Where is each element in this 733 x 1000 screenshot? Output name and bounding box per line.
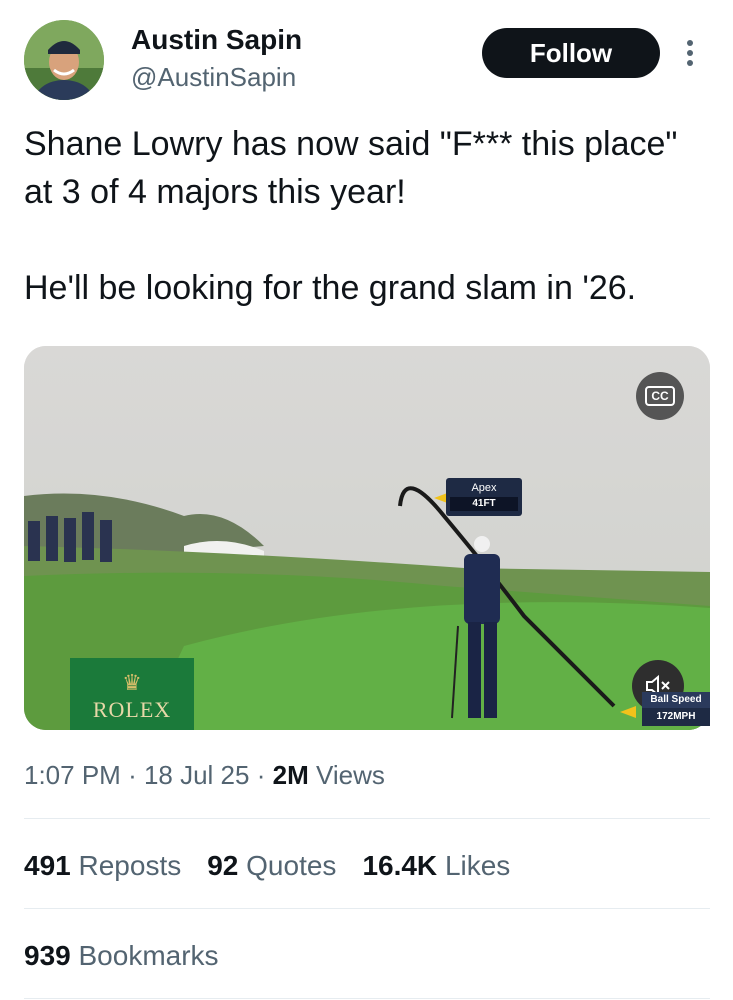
apex-value: 41FT (450, 497, 518, 511)
tweet-line-2: He'll be looking for the grand slam in '… (24, 269, 637, 307)
likes-stat[interactable]: 16.4K Likes (362, 850, 510, 882)
ball-speed-label: Ball Speed (642, 692, 710, 708)
rolex-sign: ♛ ROLEX (70, 658, 194, 730)
tweet-line-1: Shane Lowry has now said "F*** this plac… (24, 125, 678, 211)
reposts-count: 491 (24, 850, 71, 881)
divider (24, 908, 710, 909)
tweet-date[interactable]: 18 Jul 25 (144, 760, 250, 790)
ball-speed-value: 172MPH (642, 708, 710, 726)
apex-overlay: Apex 41FT (446, 478, 522, 516)
views-label: Views (315, 760, 385, 790)
tweet-time[interactable]: 1:07 PM (24, 760, 121, 790)
ball-speed-overlay: Ball Speed 172MPH (642, 692, 710, 730)
separator: · (256, 760, 273, 790)
reposts-label: Reposts (78, 850, 182, 881)
author-handle[interactable]: @AustinSapin (131, 62, 296, 93)
bookmarks-stat[interactable]: 939 Bookmarks (24, 940, 219, 972)
author-name[interactable]: Austin Sapin (131, 24, 302, 56)
apex-label: Apex (471, 482, 497, 494)
reposts-stat[interactable]: 491 Reposts (24, 850, 181, 882)
bookmarks-label: Bookmarks (78, 940, 219, 971)
views-count: 2M (272, 760, 309, 790)
divider (24, 998, 710, 999)
quotes-count: 92 (207, 850, 239, 881)
likes-count: 16.4K (362, 850, 438, 881)
tweet-text: Shane Lowry has now said "F*** this plac… (24, 120, 714, 312)
separator: · (128, 760, 144, 790)
more-options-icon[interactable] (680, 38, 700, 68)
avatar[interactable] (24, 20, 104, 100)
likes-label: Likes (444, 850, 511, 881)
divider (24, 818, 710, 819)
engagement-stats: 491 Reposts 92 Quotes 16.4K Likes (24, 850, 510, 882)
bookmarks-count: 939 (24, 940, 71, 971)
quotes-stat[interactable]: 92 Quotes (207, 850, 336, 882)
sponsor-name: ROLEX (92, 697, 172, 722)
crown-icon: ♛ (122, 670, 142, 695)
captions-button[interactable]: CC (636, 372, 684, 420)
tweet-meta: 1:07 PM · 18 Jul 25 · 2M Views (24, 760, 385, 791)
captions-label: CC (645, 386, 675, 406)
quotes-label: Quotes (246, 850, 337, 881)
follow-button[interactable]: Follow (482, 28, 660, 78)
